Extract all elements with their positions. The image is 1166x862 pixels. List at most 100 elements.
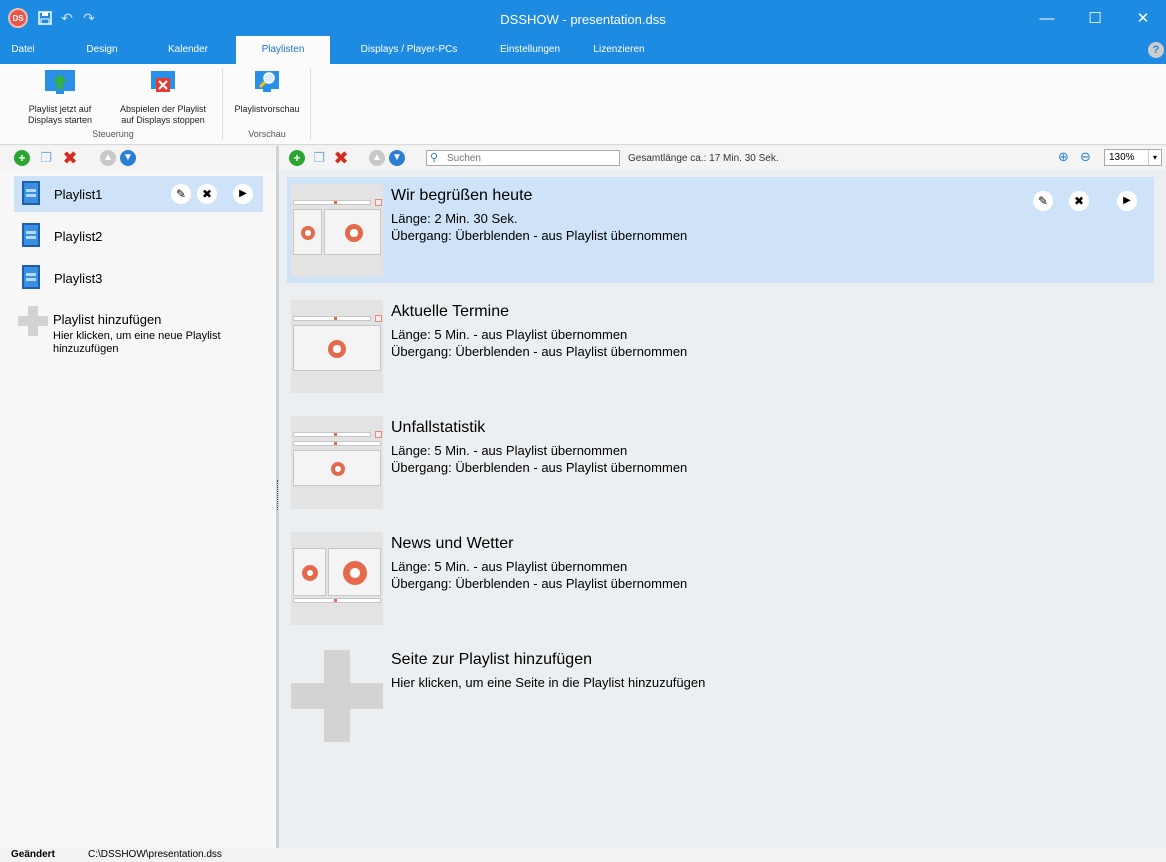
copy-page-icon[interactable]: ❐ [311,150,327,166]
playlist-item[interactable]: Playlist2 [14,218,263,254]
start-playlist-label-2: Displays starten [27,115,93,125]
chevron-down-icon: ▾ [1148,150,1161,165]
close-button[interactable]: ✕ [1120,0,1166,36]
page-title: Wir begrüßen heute [391,187,533,204]
playlist-panel: Playlist1 ✎ ✖ ▶ Playlist2 Playlist3 Play… [0,170,276,848]
tab-design[interactable]: Design [76,36,128,64]
page-thumbnail [291,184,383,277]
copy-icon[interactable]: ❐ [38,150,54,166]
preview-icon [251,68,283,98]
add-playlist-title: Playlist hinzufügen [53,312,162,327]
thumb-window [293,450,381,486]
remove-icon[interactable]: ✖ [197,184,217,204]
ribbon-tabs: Datei Design Kalender Playlisten Display… [0,36,1166,65]
ribbon-separator [310,68,311,140]
page-thumbnail [291,532,383,625]
app-window: DS ↶ ↷ DSSHOW - presentation.dss — ☐ ✕ D… [0,0,1166,862]
thumb-window [293,548,326,596]
playlist-preview-button[interactable]: Playlistvorschau [226,68,308,115]
delete-icon[interactable]: ✖ [62,148,78,168]
playlist-icon [22,223,40,247]
thumb-close [375,431,382,438]
add-page-icon[interactable]: + [289,150,305,166]
page-thumbnail [291,416,383,509]
move-page-down-icon[interactable]: ▼ [389,150,405,166]
thumb-bar [293,598,381,603]
page-title: Aktuelle Termine [391,303,509,320]
display-stop-icon [147,68,179,98]
search-input[interactable] [426,150,620,166]
thumb-bar [293,316,371,321]
remove-page-icon[interactable]: ✖ [1069,191,1089,211]
ribbon-separator [222,68,223,140]
tab-displays[interactable]: Displays / Player-PCs [344,36,474,64]
window-title: DSSHOW - presentation.dss [500,12,666,27]
playlist-preview-label: Playlistvorschau [234,104,300,114]
thumb-bar [293,432,371,437]
add-icon[interactable]: + [14,150,30,166]
page-item[interactable]: Aktuelle Termine Länge: 5 Min. - aus Pla… [287,293,1154,399]
move-down-icon[interactable]: ▼ [120,150,136,166]
tab-playlisten[interactable]: Playlisten [236,36,330,65]
edit-icon[interactable]: ✎ [171,184,191,204]
thumb-window [293,325,381,371]
page-item[interactable]: Unfallstatistik Länge: 5 Min. - aus Play… [287,409,1154,515]
page-item[interactable]: News und Wetter Länge: 5 Min. - aus Play… [287,525,1154,631]
tab-datei[interactable]: Datei [0,36,46,64]
playlist-name: Playlist2 [54,229,103,244]
move-page-up-icon[interactable]: ▲ [369,150,385,166]
add-plus-icon [18,306,48,336]
zoom-out-icon[interactable]: ⊖ [1080,149,1096,165]
tab-einstellungen[interactable]: Einstellungen [488,36,572,64]
group-label-vorschau: Vorschau [248,129,286,139]
page-transition: Übergang: Überblenden - aus Playlist übe… [391,344,688,359]
page-item[interactable]: Wir begrüßen heute Länge: 2 Min. 30 Sek.… [287,177,1154,283]
add-page-description: Hier klicken, um eine Seite in die Playl… [391,675,706,690]
page-length: Länge: 2 Min. 30 Sek. [391,211,518,226]
title-bar: DS ↶ ↷ DSSHOW - presentation.dss — ☐ ✕ [0,0,1166,36]
start-playlist-button[interactable]: Playlist jetzt auf Displays starten [10,68,110,126]
page-transition: Übergang: Überblenden - aus Playlist übe… [391,576,688,591]
status-path: C:\DSSHOW\presentation.dss [88,849,222,860]
add-page-button[interactable]: Seite zur Playlist hinzufügen Hier klick… [287,641,1154,747]
zoom-in-icon[interactable]: ⊕ [1058,149,1074,165]
tab-lizenzieren[interactable]: Lizenzieren [586,36,652,64]
ribbon: Playlist jetzt auf Displays starten Absp… [0,64,1166,145]
edit-page-icon[interactable]: ✎ [1033,191,1053,211]
page-title: Unfallstatistik [391,419,486,436]
page-length: Länge: 5 Min. - aus Playlist übernommen [391,443,628,458]
thumb-window [324,209,381,255]
thumb-close [375,199,382,206]
splitter-grip[interactable] [277,480,278,510]
playlist-toolbar: + ❐ ✖ ▲ ▼ [0,146,276,170]
stop-playlist-button[interactable]: Abspielen der Playlist auf Displays stop… [112,68,214,126]
thumb-bar [293,441,381,446]
thumb-bar [293,200,371,205]
thumb-window [293,209,322,255]
thumb-window [328,548,381,596]
delete-page-icon[interactable]: ✖ [333,148,349,168]
tab-kalender[interactable]: Kalender [158,36,218,64]
total-length: Gesamtlänge ca.: 17 Min. 30 Sek. [628,153,779,164]
playlist-icon [22,265,40,289]
display-upload-icon [44,68,76,98]
playlist-icon [22,181,40,205]
maximize-button[interactable]: ☐ [1072,0,1118,36]
add-playlist-description: Hier klicken, um eine neue Playlist hinz… [53,330,221,355]
playlist-name: Playlist1 [54,187,103,202]
page-title: News und Wetter [391,535,514,552]
play-icon[interactable]: ▶ [233,184,253,204]
minimize-button[interactable]: — [1024,0,1070,36]
group-label-steuerung: Steuerung [92,129,134,139]
zoom-select[interactable]: 130% ▾ [1104,149,1162,166]
status-state: Geändert [11,849,55,860]
playlist-item[interactable]: Playlist1 ✎ ✖ ▶ [14,176,263,212]
play-page-icon[interactable]: ▶ [1117,191,1137,211]
start-playlist-label-1: Playlist jetzt auf [28,104,92,114]
page-thumbnail [291,300,383,393]
playlist-item[interactable]: Playlist3 [14,260,263,296]
add-plus-icon [291,650,383,742]
playlist-name: Playlist3 [54,271,103,286]
help-icon[interactable]: ? [1148,42,1164,58]
move-up-icon[interactable]: ▲ [100,150,116,166]
